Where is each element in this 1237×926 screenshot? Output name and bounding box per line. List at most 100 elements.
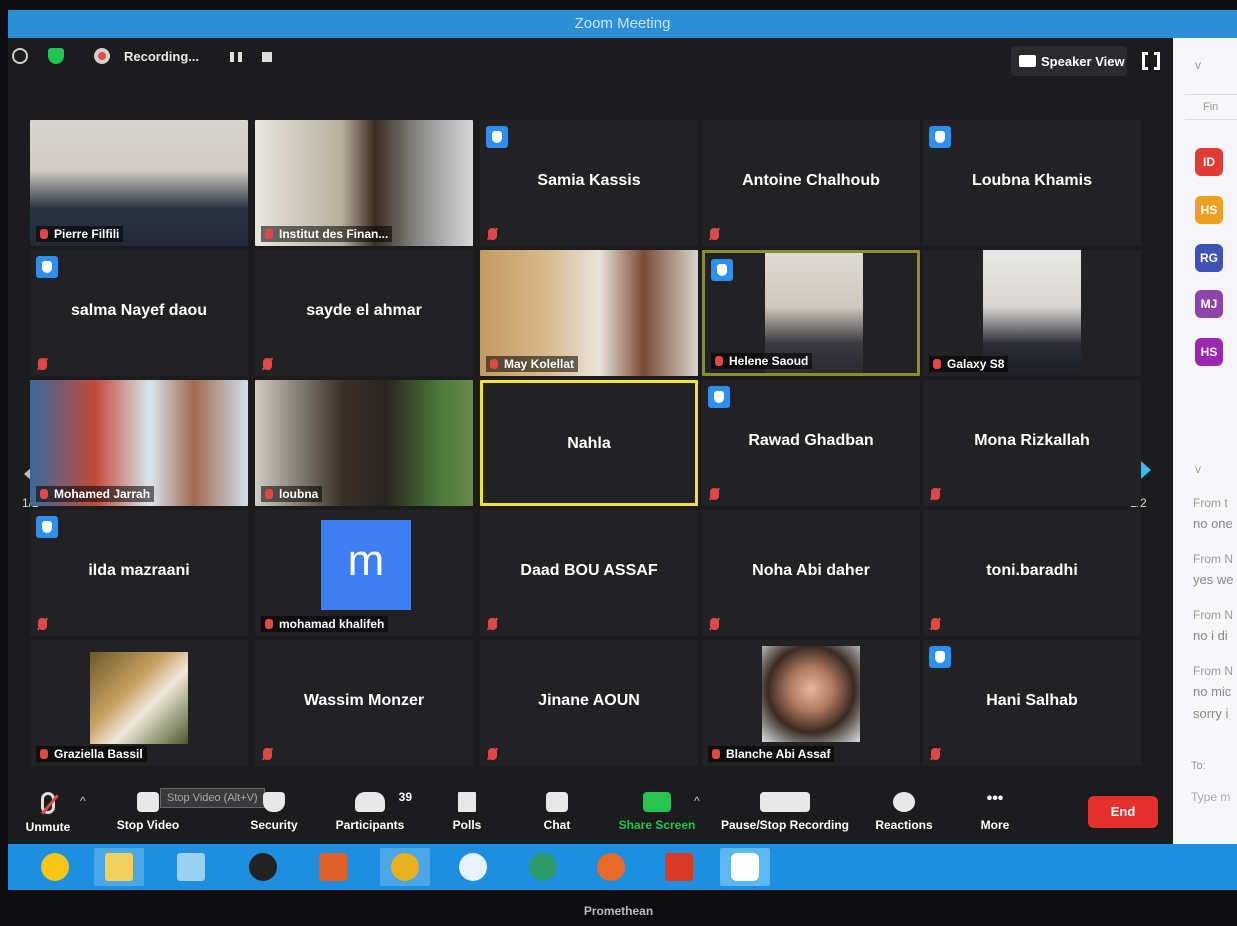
chat-bubble-icon (546, 792, 568, 812)
share-screen-button[interactable]: Share Screen (612, 784, 702, 844)
recording-icon (94, 48, 110, 64)
participant-name: Antoine Chalhoub (742, 172, 880, 189)
participant-tile[interactable]: Institut des Finan... (255, 120, 473, 246)
chevron-up-icon[interactable]: ^ (80, 794, 86, 808)
participant-tile[interactable]: May Kolellat (480, 250, 698, 376)
participant-name: Loubna Khamis (971, 172, 1092, 189)
participant-tile[interactable]: Mohamed Jarrah (30, 380, 248, 506)
participant-tile[interactable]: loubna (255, 380, 473, 506)
participant-tile[interactable]: toni.baradhi (923, 510, 1141, 636)
participant-name: Mohamed Jarrah (36, 486, 155, 502)
participant-name: Blanche Abi Assaf (708, 746, 835, 762)
participant-tile[interactable]: sayde el ahmar (255, 250, 473, 376)
internet-explorer-icon[interactable] (30, 848, 80, 886)
chrome-icon[interactable] (380, 848, 430, 886)
participant-tile[interactable]: Daad BOU ASSAF (480, 510, 698, 636)
chat-input[interactable]: Type m (1191, 790, 1230, 804)
speaker-view-button[interactable]: Speaker View (1011, 46, 1127, 76)
participant-avatar[interactable]: RG (1195, 244, 1223, 272)
shield-icon[interactable] (48, 48, 64, 64)
participant-name: Mona Rizkallah (974, 432, 1090, 449)
security-button[interactable]: Security (244, 784, 304, 844)
edge-icon[interactable] (518, 848, 568, 886)
polls-button[interactable]: Polls (442, 784, 492, 844)
participant-tile[interactable]: Graziella Bassil (30, 640, 248, 766)
firefox-icon[interactable] (586, 848, 636, 886)
participant-name: loubna (261, 486, 323, 502)
raised-hand-icon (929, 646, 951, 668)
reactions-button[interactable]: Reactions (872, 784, 936, 844)
more-button[interactable]: ••• More (970, 784, 1020, 844)
hp-icon[interactable] (448, 848, 498, 886)
polls-icon (458, 792, 476, 812)
paint-icon[interactable] (308, 848, 358, 886)
muted-mic-icon (263, 748, 272, 760)
participant-tile[interactable]: Samia Kassis (480, 120, 698, 246)
pause-recording-icon[interactable] (230, 52, 242, 62)
participant-tile[interactable]: Loubna Khamis (923, 120, 1141, 246)
participant-avatar[interactable]: HS (1195, 338, 1223, 366)
participant-tile-active-speaker[interactable]: Nahla (480, 380, 698, 506)
muted-mic-icon (38, 618, 47, 630)
participant-tile[interactable]: Galaxy S8 (923, 250, 1141, 376)
participant-tile[interactable]: Rawad Ghadban (702, 380, 920, 506)
pause-stop-recording-button[interactable]: Pause/Stop Recording (716, 784, 854, 844)
chat-message: no mic (1193, 684, 1232, 699)
app-icon[interactable] (238, 848, 288, 886)
raised-hand-icon (36, 256, 58, 278)
participant-name: sayde el ahmar (306, 302, 422, 319)
participant-tile[interactable]: Antoine Chalhoub (702, 120, 920, 246)
participant-tile[interactable]: Pierre Filfili (30, 120, 248, 246)
participant-grid: Pierre Filfili Institut des Finan... Sam… (30, 120, 1141, 770)
participant-tile[interactable]: Hani Salhab (923, 640, 1141, 766)
launcher-icon[interactable] (166, 848, 216, 886)
shield-icon (263, 792, 285, 812)
participant-avatar[interactable]: HS (1195, 196, 1223, 224)
raised-hand-icon (711, 259, 733, 281)
muted-mic-icon (38, 358, 47, 370)
participant-avatar[interactable]: MJ (1195, 290, 1223, 318)
info-icon[interactable] (12, 48, 28, 64)
chevron-down-icon[interactable]: v (1195, 462, 1201, 476)
powerpoint-icon[interactable] (654, 848, 704, 886)
participant-search-input[interactable]: Fin (1185, 94, 1237, 120)
zoom-meeting-window: Recording... Speaker View 1/2 1/2 Pierre… (8, 38, 1173, 844)
participants-button[interactable]: 39 Participants (330, 784, 412, 844)
fullscreen-icon[interactable] (1142, 51, 1160, 71)
participant-tile[interactable]: salma Nayef daou (30, 250, 248, 376)
unmute-button[interactable]: Unmute (18, 784, 78, 844)
chat-recipient-label[interactable]: To: (1191, 760, 1206, 772)
participant-avatar[interactable]: ID (1195, 148, 1223, 176)
participant-name: Hani Salhab (986, 692, 1078, 709)
participant-tile[interactable]: Helene Saoud (702, 250, 920, 376)
raised-hand-icon (708, 386, 730, 408)
participant-tile[interactable]: Wassim Monzer (255, 640, 473, 766)
participant-tile[interactable]: m mohamad khalifeh (255, 510, 473, 636)
end-meeting-button[interactable]: End (1088, 796, 1158, 828)
file-explorer-icon[interactable] (94, 848, 144, 886)
participant-name: Jinane AOUN (538, 692, 640, 709)
participant-name: toni.baradhi (986, 562, 1078, 579)
participant-name: Helene Saoud (711, 353, 813, 369)
chat-message: yes we (1193, 572, 1234, 587)
participant-tile[interactable]: Blanche Abi Assaf (702, 640, 920, 766)
zoom-icon[interactable] (720, 848, 770, 886)
chevron-down-icon[interactable]: v (1195, 58, 1201, 72)
participant-name: Noha Abi daher (752, 562, 870, 579)
participant-tile[interactable]: ilda mazraani (30, 510, 248, 636)
chat-message: no i di (1193, 628, 1228, 643)
participant-tile[interactable]: Jinane AOUN (480, 640, 698, 766)
chat-button[interactable]: Chat (532, 784, 582, 844)
participant-name: Rawad Ghadban (748, 432, 874, 449)
muted-mic-icon (488, 228, 497, 240)
participant-name: salma Nayef daou (70, 302, 208, 319)
monitor-screen: Zoom Meeting Recording... Speaker View 1… (8, 10, 1237, 890)
participants-count: 39 (398, 790, 412, 804)
participant-tile[interactable]: Noha Abi daher (702, 510, 920, 636)
stop-recording-icon[interactable] (262, 52, 272, 62)
muted-mic-icon (41, 792, 55, 814)
participant-tile[interactable]: Mona Rizkallah (923, 380, 1141, 506)
muted-mic-icon (710, 618, 719, 630)
chevron-up-icon[interactable]: ^ (694, 794, 700, 808)
monitor-brand: Promethean (583, 904, 654, 918)
